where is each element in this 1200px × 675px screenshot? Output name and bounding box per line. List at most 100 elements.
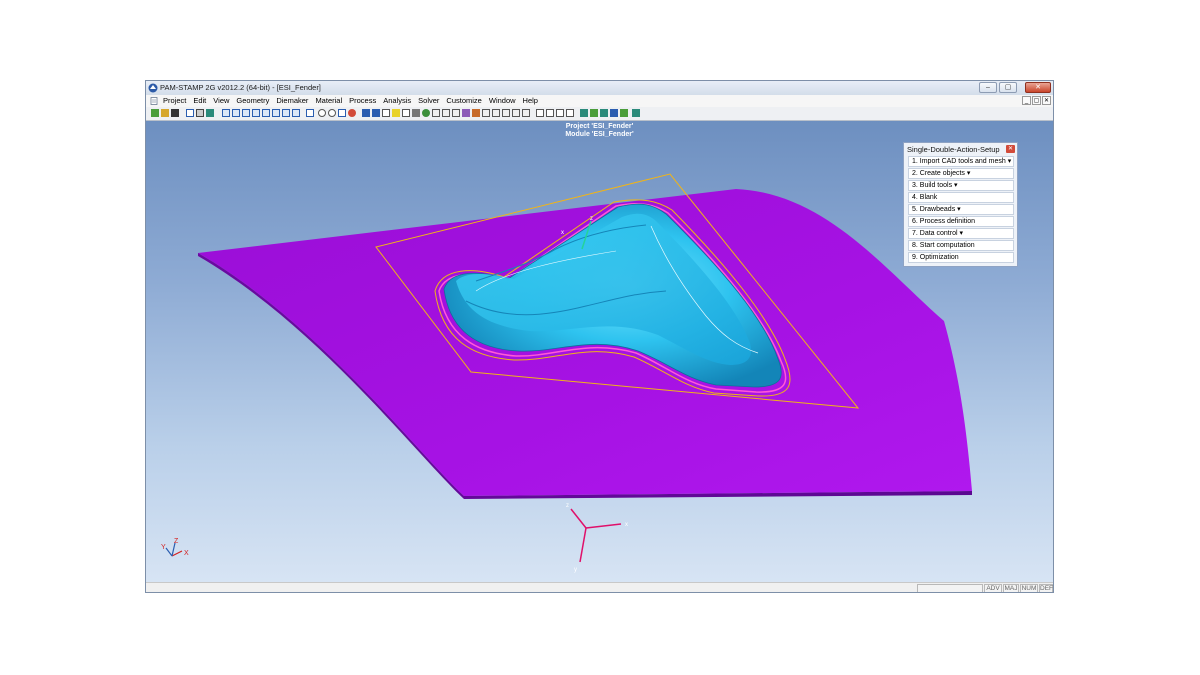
center-axis-triad: x z y [566,503,628,573]
menu-solver[interactable]: Solver [417,96,440,105]
zoom-icon[interactable] [318,109,326,117]
step-data-control[interactable]: 7. Data control ▾ [908,228,1014,239]
color-icon[interactable] [472,109,480,117]
mdi-minimize-button[interactable]: _ [1022,96,1031,105]
menu-diemaker[interactable]: Diemaker [275,96,309,105]
menu-help[interactable]: Help [522,96,539,105]
save-icon[interactable] [171,109,179,117]
render-icon[interactable] [206,109,214,117]
menu-process[interactable]: Process [348,96,377,105]
zoom-fit-icon[interactable] [328,109,336,117]
menu-customize[interactable]: Customize [445,96,482,105]
tool-icon-3[interactable] [600,109,608,117]
view-left-icon[interactable] [252,109,260,117]
menu-window[interactable]: Window [488,96,517,105]
tool-icon-5[interactable] [620,109,628,117]
view-front-icon[interactable] [232,109,240,117]
tool-icon-1[interactable] [580,109,588,117]
menu-geometry[interactable]: Geometry [235,96,270,105]
project-label: Project 'ESI_Fender' [565,123,634,130]
section-icon[interactable] [442,109,450,117]
draw-arc-icon[interactable] [546,109,554,117]
step-optimization[interactable]: 9. Optimization [908,252,1014,263]
title-bar[interactable]: PAM-STAMP 2G v2012.2 (64-bit) - [ESI_Fen… [146,81,1053,96]
wireframe-icon[interactable] [402,109,410,117]
menu-edit[interactable]: Edit [192,96,207,105]
stop-icon[interactable] [348,109,356,117]
mesh-icon[interactable] [432,109,440,117]
module-label: Module 'ESI_Fender' [146,131,1053,138]
app-logo-icon [148,83,158,93]
new-project-icon[interactable] [151,109,159,117]
menu-material[interactable]: Material [314,96,343,105]
mdi-restore-button[interactable]: ▢ [1032,96,1041,105]
menu-view[interactable]: View [212,96,230,105]
setup-panel-title: Single-Double-Action-Setup [907,145,1000,154]
view-custom-icon[interactable] [292,109,300,117]
measure-icon[interactable] [452,109,460,117]
minimize-button[interactable]: – [979,82,997,93]
view-top-icon[interactable] [272,109,280,117]
view-bottom-icon[interactable] [282,109,290,117]
graphics-viewport[interactable]: z x x z y X Z Y Project 'ESI_Fender' Mod… [146,121,1053,582]
transparency-icon[interactable] [492,109,500,117]
step-blank[interactable]: 4. Blank [908,192,1014,203]
tool-icon-2[interactable] [590,109,598,117]
module-label-text: Module 'ESI_Fender' [565,131,634,138]
corner-z-label: Z [174,538,179,545]
corner-x-label: X [184,550,189,557]
step-import-cad[interactable]: 1. Import CAD tools and mesh ▾ [908,156,1014,167]
toolbar [146,107,1053,121]
corner-axis-triad: X Z Y [161,538,189,557]
maximize-button[interactable]: ▢ [999,82,1017,93]
close-button[interactable]: ✕ [1025,82,1051,93]
app-window: PAM-STAMP 2G v2012.2 (64-bit) - [ESI_Fen… [145,80,1054,593]
step-start-computation[interactable]: 8. Start computation [908,240,1014,251]
view-iso-icon[interactable] [222,109,230,117]
menu-analysis[interactable]: Analysis [382,96,412,105]
status-message [917,584,983,592]
label-icon[interactable] [512,109,520,117]
close-panel-icon[interactable]: ✕ [1006,145,1015,153]
setup-panel: Single-Double-Action-Setup ✕ 1. Import C… [903,142,1018,267]
document-icon[interactable] [150,97,158,105]
menu-bar: Project Edit View Geometry Diemaker Mate… [146,95,1053,107]
box-select-icon[interactable] [382,109,390,117]
center-z-label: z [566,503,569,509]
shade-icon[interactable] [412,109,420,117]
draw-line-icon[interactable] [536,109,544,117]
clip-icon[interactable] [482,109,490,117]
step-create-objects[interactable]: 2. Create objects ▾ [908,168,1014,179]
sphere-icon[interactable] [422,109,430,117]
transform-icon[interactable] [556,109,564,117]
pan-icon[interactable] [372,109,380,117]
step-drawbeads[interactable]: 5. Drawbeads ▾ [908,204,1014,215]
zoom-box-icon[interactable] [338,109,346,117]
step-process-definition[interactable]: 6. Process definition [908,216,1014,227]
center-x-label: x [625,522,628,528]
status-num: NUM [1020,584,1038,592]
select-icon[interactable] [306,109,314,117]
light-icon[interactable] [462,109,470,117]
corner-y-label: Y [161,544,166,551]
view-frame-icon[interactable] [186,109,194,117]
legend-icon[interactable] [502,109,510,117]
open-folder-icon[interactable] [161,109,169,117]
menu-project[interactable]: Project [162,96,187,105]
tool-icon-6[interactable] [632,109,640,117]
axes-icon[interactable] [522,109,530,117]
highlight-icon[interactable] [392,109,400,117]
tool-icon-4[interactable] [610,109,618,117]
local-x-label: x [561,230,564,236]
mdi-close-button[interactable]: ✕ [1042,96,1051,105]
status-bar: ADV MAJ NUM DEF [146,582,1053,592]
grid-icon[interactable] [196,109,204,117]
rotate-icon[interactable] [362,109,370,117]
mirror-icon[interactable] [566,109,574,117]
step-build-tools[interactable]: 3. Build tools ▾ [908,180,1014,191]
view-right-icon[interactable] [262,109,270,117]
status-def: DEF [1039,584,1053,592]
center-y-label: y [574,567,577,573]
view-back-icon[interactable] [242,109,250,117]
status-maj: MAJ [1003,584,1019,592]
